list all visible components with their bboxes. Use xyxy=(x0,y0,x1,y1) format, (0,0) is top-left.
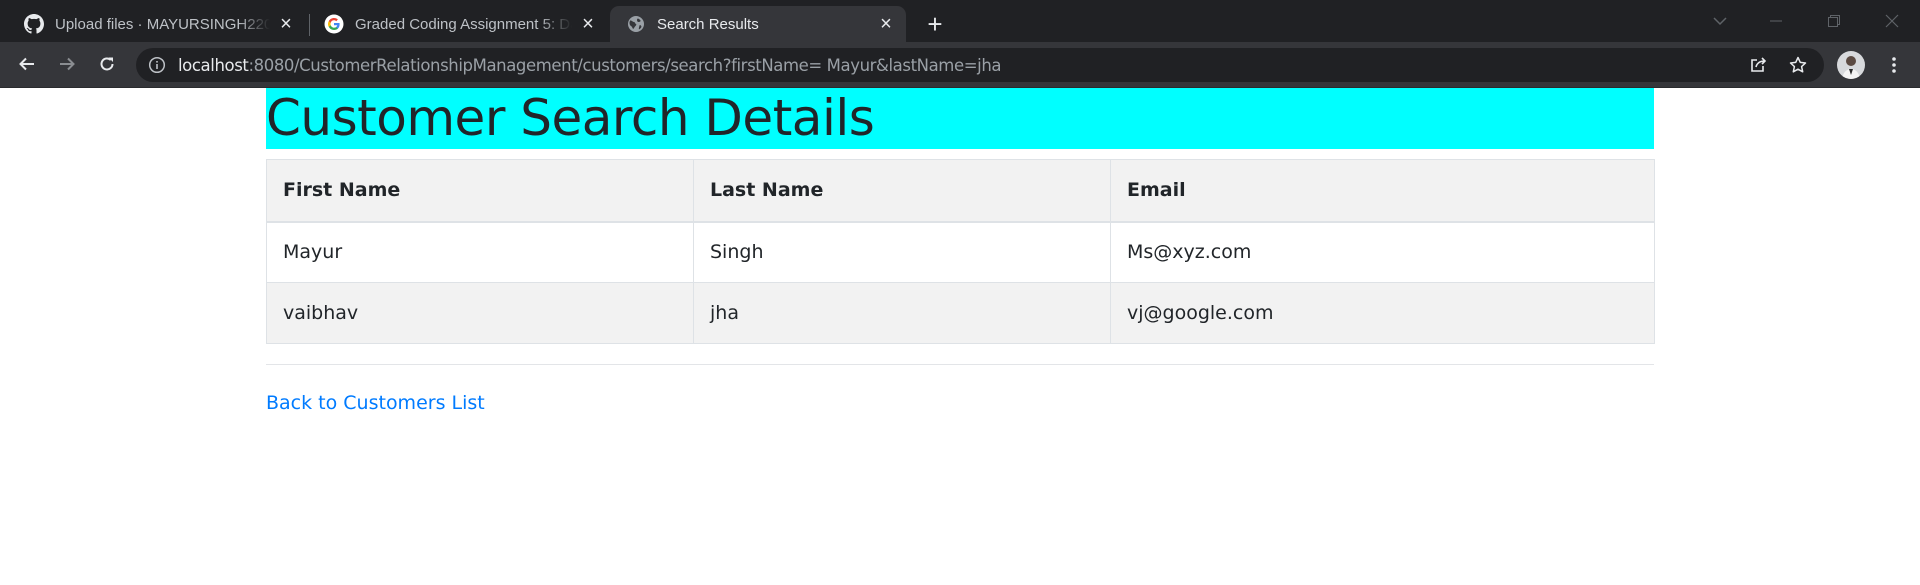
customer-results-table: First Name Last Name Email Mayur Singh M… xyxy=(266,159,1655,344)
address-bar[interactable]: localhost:8080/CustomerRelationshipManag… xyxy=(136,48,1824,82)
column-header-first-name: First Name xyxy=(266,159,694,223)
table-header-row: First Name Last Name Email xyxy=(266,159,1655,223)
close-tab-icon[interactable]: × xyxy=(578,14,598,34)
cell-last-name: jha xyxy=(693,282,1111,344)
url-text[interactable]: localhost:8080/CustomerRelationshipManag… xyxy=(178,56,1002,75)
divider xyxy=(266,364,1654,365)
url-path: :8080/CustomerRelationshipManagement/cus… xyxy=(248,56,1002,75)
kebab-menu-icon[interactable] xyxy=(1880,51,1908,79)
reload-icon[interactable] xyxy=(92,49,122,79)
browser-toolbar: localhost:8080/CustomerRelationshipManag… xyxy=(0,42,1920,88)
column-header-last-name: Last Name xyxy=(693,159,1111,223)
globe-icon xyxy=(626,14,646,34)
table-row: vaibhav jha vj@google.com xyxy=(266,282,1655,344)
tab-strip: Upload files · MAYURSINGH2206/ × Graded … xyxy=(0,0,1920,42)
back-to-customers-link[interactable]: Back to Customers List xyxy=(266,392,485,414)
restore-window-icon[interactable] xyxy=(1806,0,1862,42)
page-header-banner: Customer Search Details xyxy=(266,88,1654,149)
url-host: localhost xyxy=(178,56,249,75)
tab-upload-files[interactable]: Upload files · MAYURSINGH2206/ × xyxy=(8,6,306,42)
cell-email: Ms@xyz.com xyxy=(1110,221,1655,283)
back-arrow-icon[interactable] xyxy=(12,49,42,79)
new-tab-button[interactable]: + xyxy=(921,9,949,39)
site-info-icon[interactable] xyxy=(148,56,166,74)
table-row: Mayur Singh Ms@xyz.com xyxy=(266,221,1655,283)
share-icon[interactable] xyxy=(1748,55,1768,75)
github-icon xyxy=(24,14,44,34)
bookmark-star-icon[interactable] xyxy=(1788,55,1808,75)
tab-title: Graded Coding Assignment 5: Da xyxy=(355,15,572,33)
tab-graded-coding-assignment[interactable]: Graded Coding Assignment 5: Da × xyxy=(308,6,608,42)
forward-arrow-icon[interactable] xyxy=(52,49,82,79)
google-icon xyxy=(324,14,344,34)
tab-search-chevron-icon[interactable] xyxy=(1692,0,1748,42)
close-tab-icon[interactable]: × xyxy=(876,14,896,34)
page-content: Customer Search Details First Name Last … xyxy=(266,88,1655,414)
cell-first-name: Mayur xyxy=(266,221,694,283)
tab-search-results[interactable]: Search Results × xyxy=(610,6,906,42)
cell-last-name: Singh xyxy=(693,221,1111,283)
column-header-email: Email xyxy=(1110,159,1655,223)
close-window-icon[interactable] xyxy=(1864,0,1920,42)
cell-first-name: vaibhav xyxy=(266,282,694,344)
profile-avatar[interactable] xyxy=(1837,51,1865,79)
page-title: Customer Search Details xyxy=(266,89,875,147)
tab-title: Search Results xyxy=(657,15,759,33)
cell-email: vj@google.com xyxy=(1110,282,1655,344)
close-tab-icon[interactable]: × xyxy=(276,14,296,34)
minimize-icon[interactable] xyxy=(1748,0,1804,42)
tab-title: Upload files · MAYURSINGH2206/ xyxy=(55,15,270,33)
